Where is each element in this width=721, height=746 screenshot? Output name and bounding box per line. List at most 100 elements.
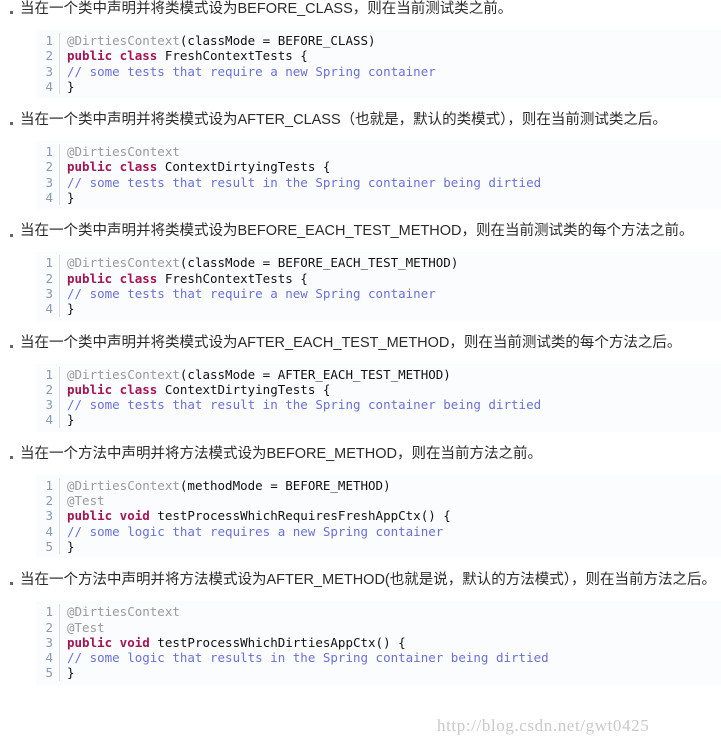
code-line: @DirtiesContext [67, 144, 721, 159]
code-line: } [67, 301, 721, 316]
code-token-kw: public class [67, 270, 165, 286]
code-token-ann: @Test [67, 619, 105, 635]
code-token-plain: } [67, 78, 75, 94]
code-token-plain: (classMode = BEFORE_EACH_TEST_METHOD) [179, 255, 459, 271]
document-body: 当在一个类中声明并将类模式设为BEFORE_CLASS，则在当前测试类之前。 1 2… [0, 0, 721, 746]
line-number: 1 [45, 144, 53, 160]
line-number: 3 [45, 508, 53, 524]
line-number: 1 [45, 477, 53, 493]
code-token-ann: @DirtiesContext [67, 477, 180, 493]
doc-section: 当在一个方法中声明并将方法模式设为BEFORE_METHOD，则在当前方法之前。… [0, 445, 721, 559]
code-line: // some tests that result in the Spring … [67, 175, 721, 190]
code-token-com: // some logic that results in the Spring… [67, 650, 549, 666]
code-token-plain: } [67, 412, 75, 428]
line-number: 3 [45, 63, 53, 79]
code-block[interactable]: 1 2 3 4 @DirtiesContext(classMode = BEFORE_E… [36, 252, 721, 321]
bullet-dot-icon [10, 342, 20, 351]
line-number: 2 [45, 619, 53, 635]
line-number: 4 [45, 650, 53, 666]
line-number: 4 [45, 301, 53, 317]
code-line: public class ContextDirtyingTests { [67, 382, 721, 397]
code-lines: @DirtiesContext @Test public void testProc… [60, 604, 721, 680]
code-line: @DirtiesContext(methodMode = BEFORE_METH… [67, 478, 721, 493]
code-token-plain: (classMode = BEFORE_CLASS) [179, 33, 376, 48]
line-number: 4 [45, 78, 53, 94]
code-token-plain: ContextDirtyingTests { [164, 381, 331, 397]
code-block[interactable]: 1 2 3 4 @DirtiesContext public class ContextD… [36, 141, 721, 210]
bullet-item: 当在一个类中声明并将类模式设为AFTER_EACH_TEST_METHOD，则在… [0, 334, 721, 353]
doc-section: 当在一个方法中声明并将方法模式设为AFTER_METHOD(也就是说，默认的方法… [0, 571, 721, 685]
line-number: 4 [45, 523, 53, 539]
line-number: 1 [45, 604, 53, 620]
doc-section: 当在一个类中声明并将类模式设为AFTER_CLASS（也就是，默认的类模式），则… [0, 111, 721, 210]
code-block[interactable]: 1 2 3 4 @DirtiesContext(classMode = AFTER_EA… [36, 363, 721, 432]
bullet-item: 当在一个类中声明并将类模式设为BEFORE_EACH_TEST_METHOD，则… [0, 222, 721, 241]
code-token-com: // some tests that result in the Spring … [67, 174, 542, 190]
bullet-text: 当在一个方法中声明并将方法模式设为BEFORE_METHOD，则在当前方法之前。 [20, 445, 543, 462]
line-number-gutter: 1234 [36, 255, 60, 317]
code-token-plain: } [67, 301, 75, 317]
line-number: 1 [45, 366, 53, 382]
code-token-kw: public void [67, 508, 158, 524]
code-block-wrapper: 1 2 3 4 @DirtiesContext public class ContextD… [0, 141, 721, 210]
doc-section: 当在一个类中声明并将类模式设为BEFORE_EACH_TEST_METHOD，则… [0, 222, 721, 321]
bullet-text: 当在一个类中声明并将类模式设为BEFORE_CLASS，则在当前测试类之前。 [20, 1, 513, 17]
code-token-ann: @DirtiesContext [67, 366, 180, 382]
bullet-text: 当在一个类中声明并将类模式设为AFTER_EACH_TEST_METHOD，则在… [20, 334, 682, 351]
line-number: 3 [45, 285, 53, 301]
sections-container: 当在一个类中声明并将类模式设为BEFORE_CLASS，则在当前测试类之前。 1 2… [0, 0, 721, 685]
code-token-ann: @Test [67, 493, 105, 509]
bullet-dot-icon [10, 579, 20, 588]
code-line: } [67, 190, 721, 205]
code-lines: @DirtiesContext(classMode = BEFORE_EACH_… [60, 255, 721, 316]
code-line: // some tests that require a new Spring … [67, 64, 721, 79]
line-number: 4 [45, 412, 53, 428]
code-token-kw: public class [67, 159, 165, 175]
code-lines: @DirtiesContext(classMode = AFTER_EACH_T… [60, 367, 721, 428]
code-token-plain: } [67, 665, 75, 681]
line-number: 2 [45, 270, 53, 286]
code-line: } [67, 539, 721, 554]
line-number: 2 [45, 381, 53, 397]
watermark-url: http://blog.csdn.net/gwt0425 [437, 716, 650, 735]
doc-section: 当在一个类中声明并将类模式设为BEFORE_CLASS，则在当前测试类之前。 1 2… [0, 0, 721, 99]
bullet-dot-icon [10, 230, 20, 239]
line-number: 3 [45, 174, 53, 190]
code-token-plain: (methodMode = BEFORE_METHOD) [179, 477, 391, 493]
line-number: 4 [45, 190, 53, 206]
code-line: @DirtiesContext(classMode = BEFORE_EACH_… [67, 255, 721, 270]
code-lines: @DirtiesContext(classMode = BEFORE_CLASS… [60, 33, 721, 94]
code-token-kw: public class [67, 381, 165, 397]
bullet-item: 当在一个方法中声明并将方法模式设为BEFORE_METHOD，则在当前方法之前。 [0, 445, 721, 464]
code-line: @DirtiesContext(classMode = AFTER_EACH_T… [67, 367, 721, 382]
code-line: // some tests that result in the Spring … [67, 397, 721, 412]
line-number: 2 [45, 159, 53, 175]
code-block-wrapper: 1 2 3 4 @DirtiesContext(classMode = AFTER_EA… [0, 363, 721, 432]
code-token-com: // some tests that require a new Spring … [67, 285, 436, 301]
line-number-gutter: 1234 [36, 366, 60, 428]
code-token-plain: } [67, 538, 75, 554]
bullet-dot-icon [10, 8, 20, 17]
code-token-plain: testProcessWhichDirtiesAppCtx() { [157, 634, 406, 650]
bullet-item: 当在一个类中声明并将类模式设为AFTER_CLASS（也就是，默认的类模式），则… [0, 111, 721, 130]
line-number-gutter: 12345 [36, 604, 60, 681]
line-number-gutter: 1234 [36, 144, 60, 206]
code-line: public class FreshContextTests { [67, 271, 721, 286]
line-number: 1 [45, 255, 53, 271]
line-number: 1 [45, 33, 53, 48]
code-line: public void testProcessWhichDirtiesAppCt… [67, 635, 721, 650]
bullet-text: 当在一个类中声明并将类模式设为AFTER_CLASS（也就是，默认的类模式），则… [20, 112, 667, 129]
line-number: 2 [45, 48, 53, 64]
bullet-item: 当在一个方法中声明并将方法模式设为AFTER_METHOD(也就是说，默认的方法… [0, 571, 721, 590]
code-token-ann: @DirtiesContext [67, 255, 180, 271]
code-token-com: // some tests that require a new Spring … [67, 63, 436, 79]
code-block[interactable]: 1 2 3 4 5 @DirtiesContext @Test public void tes… [36, 601, 721, 685]
code-block[interactable]: 1 2 3 4 @DirtiesContext(classMode = BEFORE_C… [36, 30, 721, 99]
code-line: @DirtiesContext(classMode = BEFORE_CLASS… [67, 33, 721, 48]
code-token-plain: FreshContextTests { [164, 270, 308, 286]
code-token-ann: @DirtiesContext [67, 144, 180, 160]
code-token-kw: public void [67, 634, 158, 650]
code-block[interactable]: 1 2 3 4 5 @DirtiesContext(methodMode = BEFORE… [36, 474, 721, 559]
code-block-wrapper: 1 2 3 4 5 @DirtiesContext @Test public void tes… [0, 601, 721, 685]
code-lines: @DirtiesContext(methodMode = BEFORE_METH… [60, 478, 721, 554]
